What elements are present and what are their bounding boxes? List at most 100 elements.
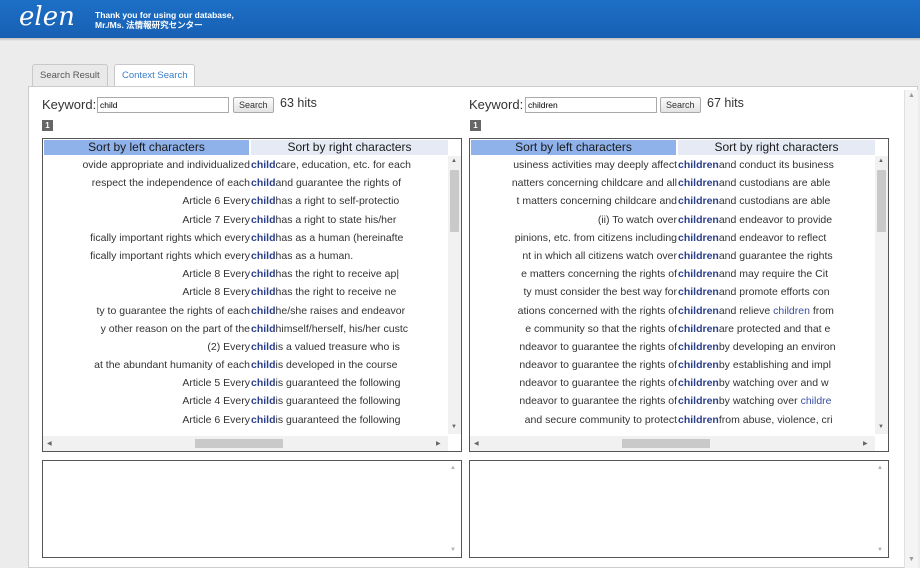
keyword-match[interactable]: child bbox=[251, 265, 276, 283]
horizontal-scrollbar[interactable]: ◀ ▶ bbox=[43, 436, 448, 451]
keyword-match[interactable]: children bbox=[678, 374, 719, 392]
keyword-match[interactable]: children bbox=[678, 247, 719, 265]
scroll-up-icon[interactable]: ▲ bbox=[451, 158, 457, 164]
keyword-input[interactable] bbox=[525, 97, 657, 113]
sort-by-left-button[interactable]: Sort by left characters bbox=[471, 140, 676, 155]
scroll-left-icon[interactable]: ◀ bbox=[47, 440, 52, 447]
scroll-down-icon[interactable]: ▼ bbox=[877, 547, 883, 553]
keyword-match[interactable]: child bbox=[251, 356, 276, 374]
keyword-match[interactable]: child bbox=[251, 229, 276, 247]
kwic-row[interactable]: ndeavor to guarantee the rights of childr… bbox=[470, 356, 875, 374]
keyword-match[interactable]: child bbox=[251, 411, 276, 429]
scroll-down-icon[interactable]: ▼ bbox=[450, 547, 456, 553]
kwic-row[interactable]: Article 6 Every child has a right to self… bbox=[43, 192, 448, 210]
scroll-up-icon[interactable]: ▲ bbox=[877, 465, 883, 471]
kwic-row[interactable]: Article 4 Every child is guaranteed the f… bbox=[43, 392, 448, 410]
keyword-match[interactable]: children bbox=[678, 229, 719, 247]
keyword-match[interactable]: child bbox=[251, 211, 276, 229]
right-context: are protected and that e bbox=[719, 320, 831, 338]
page-number-badge[interactable]: 1 bbox=[470, 120, 481, 131]
keyword-match[interactable]: child bbox=[251, 192, 276, 210]
sort-by-right-button[interactable]: Sort by right characters bbox=[678, 140, 875, 155]
keyword-match[interactable]: children bbox=[678, 338, 719, 356]
keyword-match[interactable]: children bbox=[678, 320, 719, 338]
elen-logo[interactable]: elen bbox=[19, 2, 75, 32]
scroll-thumb[interactable] bbox=[195, 439, 283, 448]
vertical-scrollbar[interactable]: ▲ ▼ bbox=[448, 156, 461, 434]
scroll-thumb[interactable] bbox=[877, 170, 886, 232]
scroll-up-icon[interactable]: ▲ bbox=[878, 158, 884, 164]
kwic-row[interactable]: ations concerned with the rights of child… bbox=[470, 302, 875, 320]
keyword-match[interactable]: children bbox=[678, 174, 719, 192]
sort-by-right-button[interactable]: Sort by right characters bbox=[251, 140, 448, 155]
kwic-row[interactable]: ty must consider the best way for childre… bbox=[470, 283, 875, 301]
kwic-row[interactable]: ndeavor to guarantee the rights of childr… bbox=[470, 392, 875, 410]
kwic-row[interactable]: pinions, etc. from citizens including chi… bbox=[470, 229, 875, 247]
kwic-row[interactable]: (2) Every child is a valued treasure who … bbox=[43, 338, 448, 356]
scroll-thumb[interactable] bbox=[450, 170, 459, 232]
keyword-match[interactable]: child bbox=[251, 392, 276, 410]
scroll-down-icon[interactable]: ▼ bbox=[451, 424, 457, 430]
kwic-row[interactable]: ndeavor to guarantee the rights of childr… bbox=[470, 338, 875, 356]
keyword-match[interactable]: child bbox=[251, 156, 276, 174]
kwic-row[interactable]: y other reason on the part of the child h… bbox=[43, 320, 448, 338]
keyword-match[interactable]: children bbox=[678, 156, 719, 174]
context-detail-box[interactable]: ▲ ▼ bbox=[42, 460, 462, 558]
keyword-match[interactable]: children bbox=[678, 356, 719, 374]
scroll-right-icon[interactable]: ▶ bbox=[863, 440, 868, 447]
horizontal-scrollbar[interactable]: ◀ ▶ bbox=[470, 436, 875, 451]
kwic-row[interactable]: ovide appropriate and individualized chil… bbox=[43, 156, 448, 174]
keyword-match[interactable]: children bbox=[678, 265, 719, 283]
search-button[interactable]: Search bbox=[233, 97, 274, 113]
sort-by-left-button[interactable]: Sort by left characters bbox=[44, 140, 249, 155]
vertical-scrollbar[interactable]: ▲ ▼ bbox=[875, 156, 888, 434]
kwic-row[interactable]: respect the independence of each child an… bbox=[43, 174, 448, 192]
kwic-row[interactable]: ty to guarantee the rights of each child … bbox=[43, 302, 448, 320]
keyword-match[interactable]: child bbox=[251, 338, 276, 356]
kwic-row[interactable]: (ii) To watch over children and endeavor … bbox=[470, 211, 875, 229]
keyword-match[interactable]: children bbox=[678, 211, 719, 229]
kwic-row[interactable]: e matters concerning the rights of childr… bbox=[470, 265, 875, 283]
kwic-row[interactable]: fically important rights which every chil… bbox=[43, 247, 448, 265]
keyword-match[interactable]: child bbox=[251, 374, 276, 392]
scroll-right-icon[interactable]: ▶ bbox=[436, 440, 441, 447]
kwic-row[interactable]: at the abundant humanity of each child is… bbox=[43, 356, 448, 374]
tab-search-result[interactable]: Search Result bbox=[32, 64, 108, 86]
scroll-down-icon[interactable]: ▼ bbox=[908, 556, 915, 563]
kwic-row[interactable]: Article 8 Every child has the right to re… bbox=[43, 283, 448, 301]
page-number-badge[interactable]: 1 bbox=[42, 120, 53, 131]
kwic-row[interactable]: Article 8 Every child has the right to re… bbox=[43, 265, 448, 283]
kwic-row[interactable]: Article 5 Every child is guaranteed the f… bbox=[43, 374, 448, 392]
scroll-thumb[interactable] bbox=[622, 439, 710, 448]
page-scrollbar[interactable]: ▲ ▼ bbox=[904, 90, 918, 568]
kwic-row[interactable]: and secure community to protect children … bbox=[470, 411, 875, 429]
kwic-row[interactable]: t matters concerning childcare and childr… bbox=[470, 192, 875, 210]
keyword-match[interactable]: child bbox=[251, 247, 276, 265]
keyword-match[interactable]: children bbox=[678, 192, 719, 210]
keyword-match[interactable]: children bbox=[678, 283, 719, 301]
keyword-match[interactable]: child bbox=[251, 302, 276, 320]
tab-context-search[interactable]: Context Search bbox=[114, 64, 196, 87]
kwic-row[interactable]: Article 7 Every child has a right to stat… bbox=[43, 211, 448, 229]
keyword-match[interactable]: child bbox=[251, 283, 276, 301]
scroll-up-icon[interactable]: ▲ bbox=[450, 465, 456, 471]
kwic-row[interactable]: e community so that the rights of childre… bbox=[470, 320, 875, 338]
context-detail-box[interactable]: ▲ ▼ bbox=[469, 460, 889, 558]
kwic-row[interactable]: natters concerning childcare and all chil… bbox=[470, 174, 875, 192]
kwic-row[interactable]: fically important rights which every chil… bbox=[43, 229, 448, 247]
kwic-row[interactable]: ndeavor to guarantee the rights of childr… bbox=[470, 374, 875, 392]
kwic-row[interactable]: nt in which all citizens watch over child… bbox=[470, 247, 875, 265]
kwic-row[interactable]: Article 6 Every child is guaranteed the f… bbox=[43, 411, 448, 429]
keyword-match[interactable]: child bbox=[251, 174, 276, 192]
keyword-match[interactable]: children bbox=[678, 411, 719, 429]
kwic-row[interactable]: usiness activities may deeply affect chil… bbox=[470, 156, 875, 174]
keyword-match[interactable]: child bbox=[251, 320, 276, 338]
keyword-input[interactable] bbox=[97, 97, 229, 113]
search-button[interactable]: Search bbox=[660, 97, 701, 113]
keyword-match[interactable]: children bbox=[678, 392, 719, 410]
right-context: he/she raises and endeavor bbox=[276, 302, 406, 320]
scroll-left-icon[interactable]: ◀ bbox=[474, 440, 479, 447]
keyword-match[interactable]: children bbox=[678, 302, 719, 320]
scroll-up-icon[interactable]: ▲ bbox=[908, 92, 915, 99]
scroll-down-icon[interactable]: ▼ bbox=[878, 424, 884, 430]
